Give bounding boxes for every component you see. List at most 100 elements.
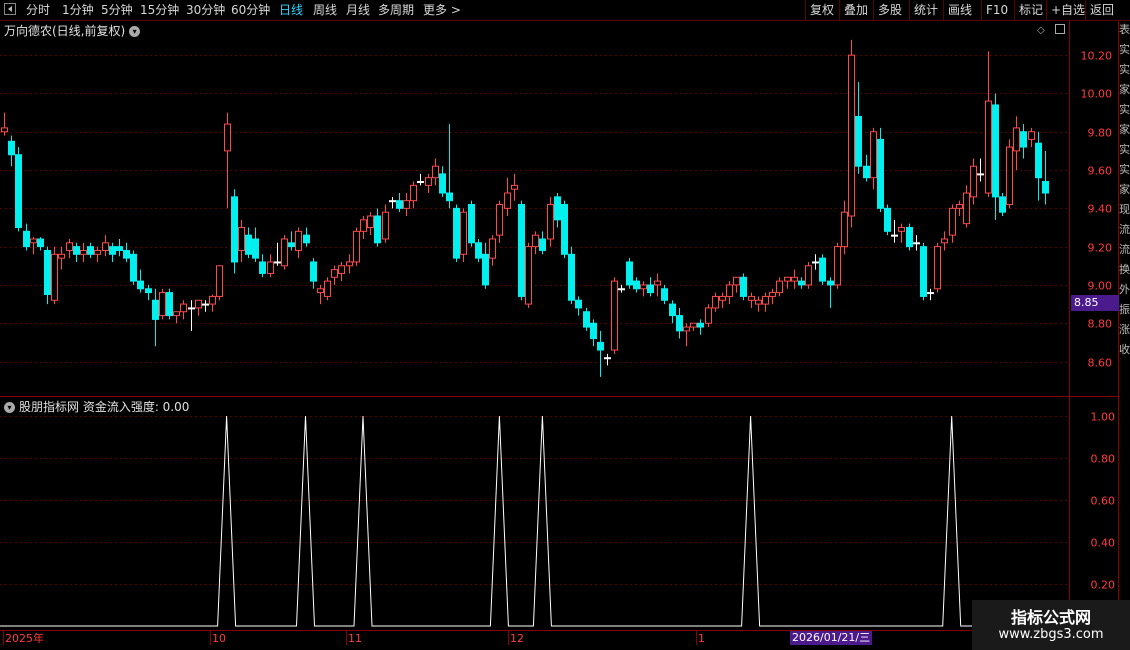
candle-body — [855, 115, 862, 167]
candle-body — [618, 288, 625, 291]
candle-body — [58, 253, 65, 259]
candle-body — [224, 123, 231, 152]
candle-body — [432, 165, 439, 179]
candle-body — [353, 230, 360, 263]
candle-body — [575, 299, 582, 309]
candle-body — [956, 204, 963, 209]
candle-body — [87, 246, 94, 255]
candle-body — [288, 242, 295, 248]
candle-body — [647, 284, 654, 294]
candle-body — [920, 246, 927, 297]
candle-body — [1035, 142, 1042, 179]
candle-body — [726, 284, 733, 297]
candle-body — [324, 280, 331, 297]
panel-field-label: 实 — [1119, 163, 1130, 176]
indicator-label: 0.40 — [1091, 537, 1116, 550]
panel-field-label: 振 — [1119, 303, 1130, 316]
candle-body — [252, 238, 259, 259]
panel-field-label: 实 — [1119, 143, 1130, 156]
price-label: 8.60 — [1088, 357, 1113, 370]
panel-field-label: 收 — [1119, 343, 1130, 356]
candle-body — [827, 280, 834, 286]
candle-body — [66, 242, 73, 251]
panel-field-label: 家 — [1119, 83, 1130, 96]
candle-body — [611, 280, 618, 351]
watermark-url: www.zbgs3.com — [998, 627, 1104, 642]
candle-body — [977, 173, 984, 176]
candle-body — [453, 207, 460, 259]
candle-body — [891, 234, 898, 237]
indicator-line — [0, 415, 1069, 627]
x-axis-label: 12 — [510, 632, 524, 645]
candle-body — [310, 261, 317, 282]
panel-toggle-icon — [1055, 24, 1065, 34]
candle-body — [604, 357, 611, 360]
cursor-date-tag: 2026/01/21/三 — [790, 631, 873, 645]
candle-body — [496, 204, 503, 236]
candle-body — [51, 253, 58, 301]
candle-body — [274, 261, 281, 264]
candle-body — [123, 249, 130, 259]
candle-body — [23, 230, 30, 248]
price-label: 9.80 — [1088, 127, 1113, 140]
candle-body — [1013, 127, 1020, 152]
candle-body — [1042, 181, 1049, 194]
candle-body — [439, 173, 446, 194]
candle-body — [410, 184, 417, 202]
panel-field-label: 家 — [1119, 183, 1130, 196]
panel-field-label: 换 — [1119, 263, 1130, 276]
candle-body — [259, 261, 266, 274]
candle-body — [267, 261, 274, 274]
candle-body — [396, 200, 403, 209]
candle-body — [130, 253, 137, 282]
candle-body — [633, 280, 640, 290]
panel-field-label: 涨 — [1119, 323, 1130, 336]
candle-body — [676, 315, 683, 332]
candle-body — [863, 165, 870, 179]
candle-body — [317, 288, 324, 294]
candle-body — [539, 238, 546, 251]
kline-chart[interactable]: 10.2010.009.809.609.409.209.008.808.60◇1… — [0, 0, 1130, 650]
candle-body — [231, 196, 238, 263]
candle-body — [245, 234, 252, 255]
candle-body — [338, 265, 345, 274]
candle-body — [403, 200, 410, 209]
candle-body — [504, 192, 511, 209]
candle-body — [776, 280, 783, 294]
candle-body — [884, 207, 891, 232]
candle-body — [532, 234, 539, 248]
candle-body — [985, 100, 992, 194]
candle-body — [525, 246, 532, 305]
candle-body — [640, 284, 647, 290]
candle-body — [719, 295, 726, 301]
panel-field-label: 外 — [1119, 283, 1130, 296]
panel-field-label: 实 — [1119, 63, 1130, 76]
candle-body — [216, 265, 223, 297]
indicator-label: 0.60 — [1091, 495, 1116, 508]
candle-body — [295, 230, 302, 251]
candle-body — [173, 311, 180, 317]
candle-body — [769, 292, 776, 297]
candle-body — [934, 246, 941, 290]
diamond-icon: ◇ — [1037, 25, 1045, 36]
candle-body — [331, 269, 338, 278]
indicator-label: 0.20 — [1091, 579, 1116, 592]
candle-body — [913, 242, 920, 245]
candle-body — [812, 261, 819, 264]
candle-body — [94, 249, 101, 255]
candle-body — [748, 295, 755, 301]
candle-body — [733, 276, 740, 286]
candle-body — [841, 211, 848, 248]
candle-body — [281, 238, 288, 267]
candle-body — [346, 261, 353, 267]
candle-body — [626, 261, 633, 286]
candle-body — [145, 288, 152, 294]
candle-body — [740, 276, 747, 297]
panel-field-label: 实 — [1119, 43, 1130, 56]
candle-body — [30, 238, 37, 244]
candle-body — [597, 341, 604, 351]
candle-body — [116, 246, 123, 251]
candle-body — [690, 322, 697, 328]
candle-body — [568, 253, 575, 301]
candle-body — [44, 249, 51, 296]
